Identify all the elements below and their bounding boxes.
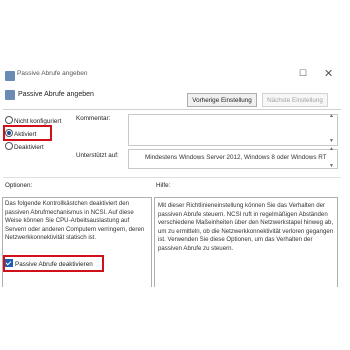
policy-title: Passive Abrufe angeben bbox=[18, 91, 94, 98]
help-section-label: Hilfe: bbox=[156, 182, 171, 189]
section-divider bbox=[3, 177, 341, 178]
options-section-label: Optionen: bbox=[5, 182, 33, 189]
comment-label: Kommentar: bbox=[76, 115, 111, 122]
radio-label-not-configured: Nicht konfiguriert bbox=[14, 118, 62, 125]
maximize-icon[interactable]: ☐ bbox=[299, 68, 307, 79]
highlight-box-checkbox bbox=[3, 255, 104, 272]
help-text: Mit dieser Richtlinieneinstellung können… bbox=[158, 202, 334, 252]
window-title: Passive Abrufe angeben bbox=[17, 70, 88, 77]
scroll-down-icon[interactable]: ▼ bbox=[329, 163, 334, 169]
supported-on-value: Mindestens Windows Server 2012, Windows … bbox=[145, 154, 327, 161]
window-titlebar: Passive Abrufe angeben ☐ ✕ bbox=[0, 68, 350, 86]
scroll-up-icon[interactable]: ▲ bbox=[329, 113, 334, 119]
scroll-down-icon[interactable]: ▼ bbox=[329, 138, 334, 144]
next-setting-button[interactable]: Nächste Einstellung bbox=[262, 93, 328, 107]
header-divider bbox=[3, 109, 341, 110]
options-description: Das folgende Kontrollkästchen deaktivier… bbox=[5, 200, 145, 242]
comment-textarea[interactable] bbox=[128, 114, 338, 146]
radio-disabled[interactable]: Deaktiviert bbox=[5, 142, 44, 151]
supported-on-label: Unterstützt auf: bbox=[76, 152, 119, 159]
highlight-box-enabled bbox=[3, 125, 52, 141]
radio-circle[interactable] bbox=[5, 116, 13, 124]
radio-label-disabled: Deaktiviert bbox=[14, 144, 44, 151]
previous-setting-button[interactable]: Vorherige Einstellung bbox=[187, 93, 257, 107]
policy-icon bbox=[5, 90, 15, 100]
close-icon[interactable]: ✕ bbox=[324, 67, 333, 80]
radio-circle[interactable] bbox=[5, 142, 13, 150]
radio-not-configured[interactable]: Nicht konfiguriert bbox=[5, 116, 61, 125]
app-icon bbox=[5, 71, 15, 81]
scroll-up-icon[interactable]: ▲ bbox=[329, 146, 334, 152]
